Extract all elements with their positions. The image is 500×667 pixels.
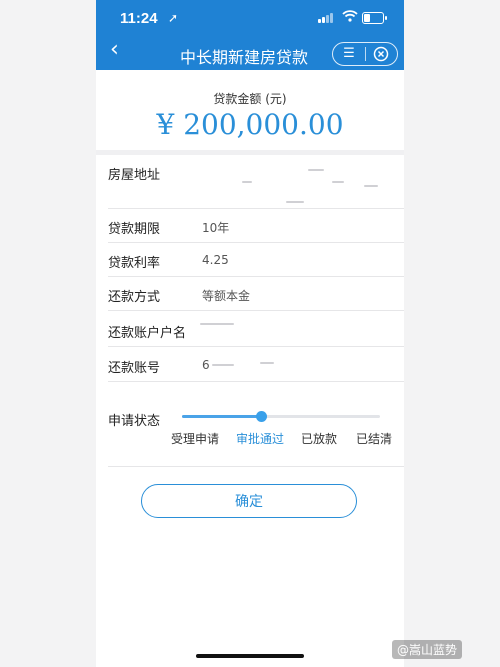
home-indicator[interactable] bbox=[196, 654, 304, 658]
status-bar: 11:24 ➚ bbox=[96, 0, 404, 34]
redacted-text bbox=[364, 185, 378, 187]
field-value: 4.25 bbox=[202, 253, 229, 267]
field-value: 10年 bbox=[202, 221, 230, 235]
status-time: 11:24 bbox=[120, 10, 158, 27]
loan-amount-section: 贷款金额 (元) ¥ 200,000.00 bbox=[96, 70, 404, 154]
status-step-current: 审批通过 bbox=[236, 432, 285, 446]
field-label: 房屋地址 bbox=[108, 168, 161, 183]
section-divider bbox=[108, 466, 404, 467]
status-label: 申请状态 bbox=[108, 414, 161, 429]
status-step: 受理申请 bbox=[171, 432, 220, 446]
status-step: 已结清 bbox=[356, 432, 393, 446]
field-label: 贷款利率 bbox=[108, 256, 161, 271]
application-status-section: 申请状态 受理申请 审批通过 已放款 已结清 bbox=[96, 394, 404, 467]
loan-amount-label: 贷款金额 (元) bbox=[213, 92, 287, 106]
app-header: 11:24 ➚ ‹ 中长期新建房贷款 ☰ bbox=[96, 0, 404, 70]
row-divider bbox=[108, 381, 404, 382]
nav-bar: ‹ 中长期新建房贷款 ☰ bbox=[96, 34, 404, 70]
field-label: 还款账户户名 bbox=[108, 326, 187, 341]
page-title: 中长期新建房贷款 bbox=[179, 48, 308, 67]
redacted-text bbox=[200, 323, 234, 325]
capsule-divider bbox=[365, 47, 366, 61]
field-row-interest-rate: 贷款利率 4.25 bbox=[96, 243, 404, 277]
watermark: @嵩山蓝势 bbox=[392, 640, 463, 659]
field-label: 还款方式 bbox=[108, 290, 161, 305]
cellular-signal-icon bbox=[318, 13, 336, 23]
location-icon: ➚ bbox=[168, 11, 179, 25]
field-row-address: 房屋地址 bbox=[96, 155, 404, 209]
phone-screen: 11:24 ➚ ‹ 中长期新建房贷款 ☰ 贷款金额 (元) ¥ 200,000.… bbox=[96, 0, 404, 667]
field-row-repayment-method: 还款方式 等额本金 bbox=[96, 277, 404, 311]
status-steps: 受理申请 审批通过 已放款 已结清 bbox=[168, 430, 394, 446]
field-row-loan-term: 贷款期限 10年 bbox=[96, 209, 404, 243]
field-value: 6 bbox=[202, 358, 210, 372]
redacted-text bbox=[332, 181, 344, 183]
close-icon[interactable] bbox=[373, 46, 389, 62]
loan-amount-value: ¥ 200,000.00 bbox=[156, 108, 344, 141]
redacted-text bbox=[286, 201, 304, 203]
back-button[interactable]: ‹ bbox=[110, 39, 119, 61]
battery-icon bbox=[362, 12, 387, 24]
redacted-text bbox=[212, 364, 234, 366]
status-progress-fill bbox=[182, 415, 262, 418]
status-progress-marker bbox=[256, 411, 268, 422]
field-row-account-name: 还款账户户名 bbox=[96, 313, 404, 347]
field-row-account-number: 还款账号 6 bbox=[96, 348, 404, 382]
status-step: 已放款 bbox=[301, 432, 338, 446]
redacted-text bbox=[242, 181, 252, 183]
redacted-text bbox=[260, 362, 274, 364]
menu-icon[interactable]: ☰ bbox=[341, 46, 357, 62]
row-divider bbox=[108, 310, 404, 311]
confirm-button[interactable]: 确定 bbox=[141, 484, 357, 518]
mini-program-capsule: ☰ bbox=[332, 42, 398, 66]
wifi-icon bbox=[342, 10, 358, 26]
field-label: 还款账号 bbox=[108, 361, 161, 376]
row-divider bbox=[108, 346, 404, 347]
redacted-text bbox=[308, 169, 324, 171]
field-value: 等额本金 bbox=[202, 289, 251, 303]
field-label: 贷款期限 bbox=[108, 222, 161, 237]
status-progress-track bbox=[182, 411, 380, 422]
